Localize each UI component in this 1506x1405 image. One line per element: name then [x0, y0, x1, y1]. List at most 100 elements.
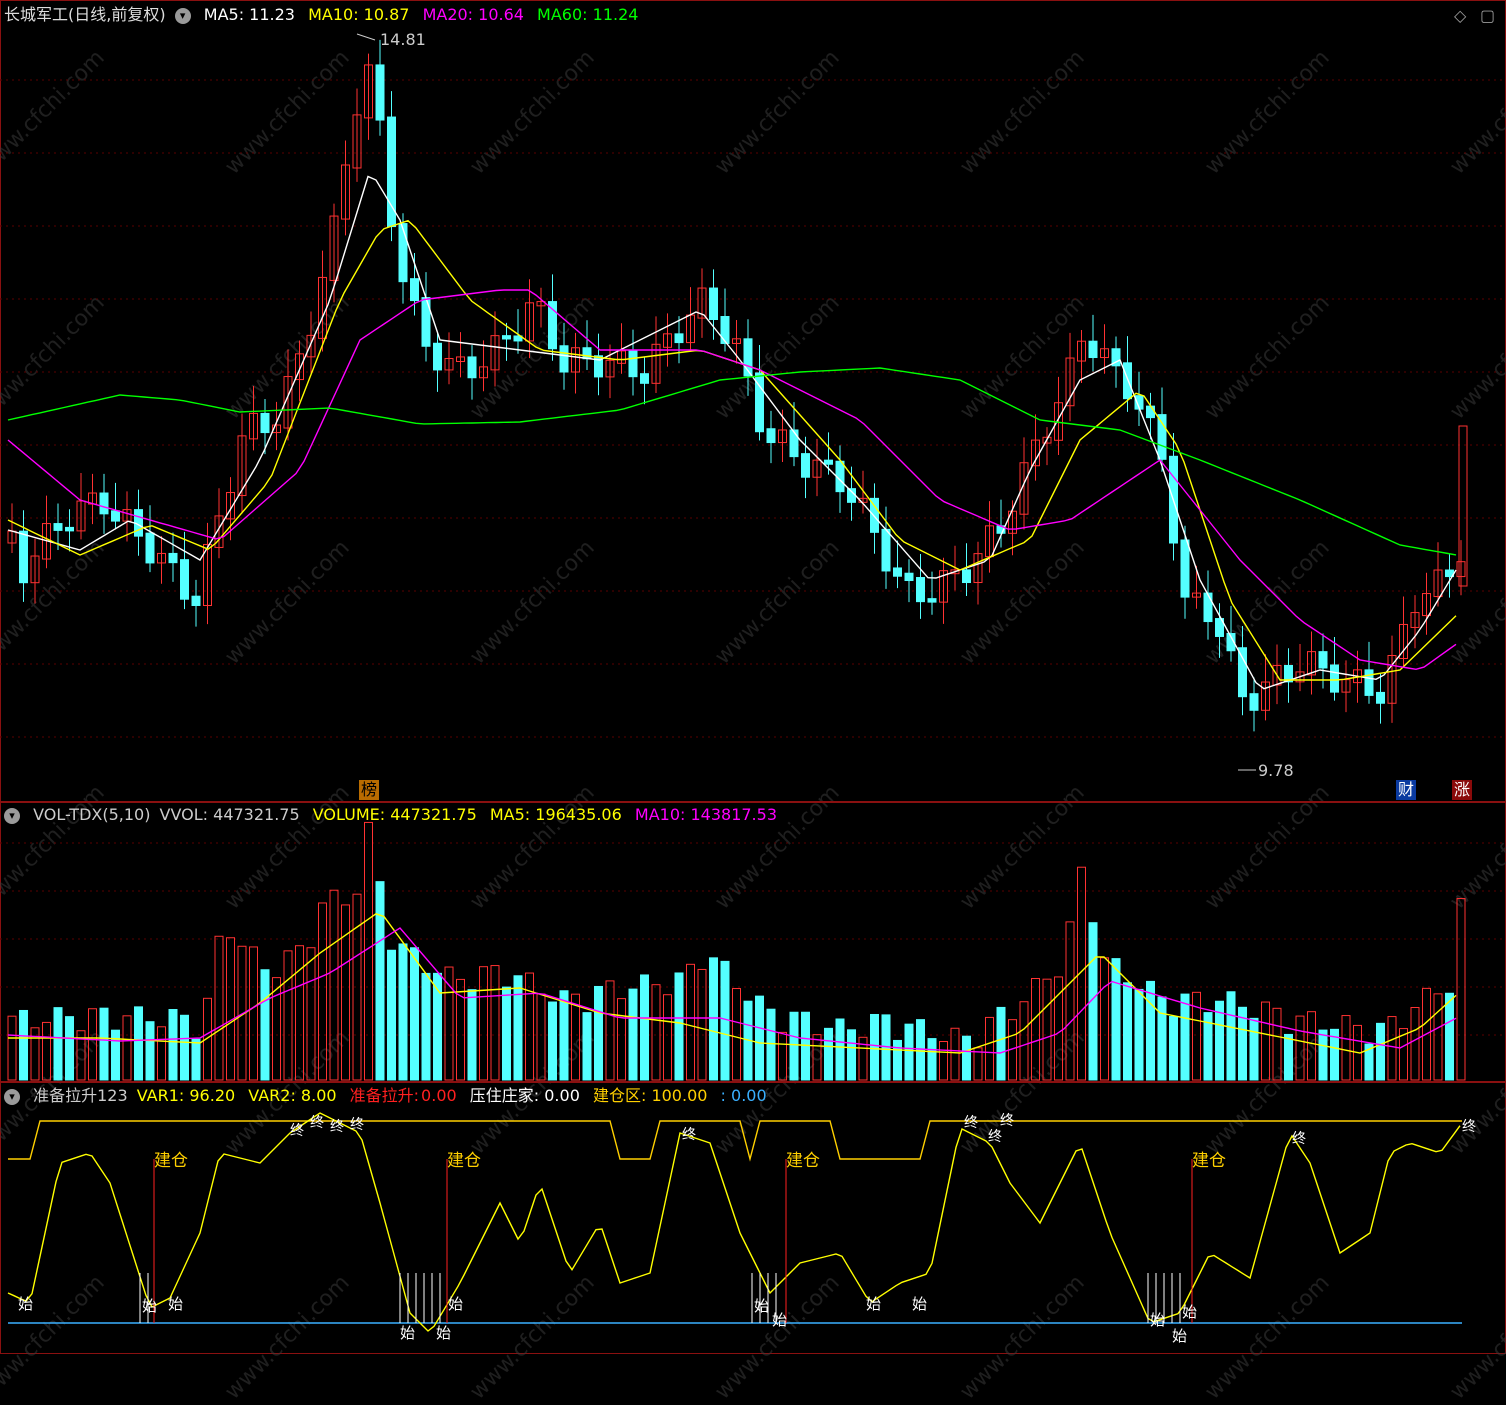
volume-bar: [939, 1041, 948, 1081]
volume-bar: [329, 889, 339, 1081]
candle-body: [1238, 647, 1247, 698]
volume-bar: [134, 1006, 143, 1081]
settings-gear-icon[interactable]: ▾: [174, 7, 191, 24]
volume-bar: [318, 902, 327, 1081]
volume-bar: [755, 995, 764, 1081]
volume-bar: [306, 947, 316, 1081]
extra-label: : 0.00: [720, 1086, 767, 1105]
candlestick-chart[interactable]: [0, 0, 1506, 803]
volume-bar: [847, 1029, 856, 1081]
var2-label: VAR2: 8.00: [248, 1086, 337, 1105]
volume-bar: [272, 977, 281, 1081]
volume-bar: [1123, 982, 1132, 1081]
shi-text: 始: [1182, 1303, 1197, 1321]
ma20-line: [7, 289, 1457, 671]
volume-bar: [950, 1027, 960, 1081]
volume-label: VOLUME: 447321.75: [312, 805, 477, 824]
volume-bar: [548, 1001, 557, 1081]
volume-bar: [375, 881, 385, 1081]
candle-body: [111, 510, 120, 522]
stock-title: 长城军工(日线,前复权): [4, 5, 166, 24]
volume-bar: [893, 1039, 902, 1081]
volume-bar: [1284, 1033, 1293, 1081]
volume-bar: [1157, 996, 1167, 1081]
candle-body: [168, 552, 178, 564]
candle-body: [674, 333, 684, 344]
shi-text: 始: [866, 1295, 881, 1313]
volume-bar: [1146, 980, 1155, 1081]
ma5-label: MA5: 11.23: [203, 5, 295, 24]
shi-text: 始: [400, 1324, 415, 1342]
var1-line: [7, 1112, 1461, 1332]
volume-bar: [410, 947, 419, 1081]
expand-icon[interactable]: ▢: [1480, 6, 1495, 25]
volume-bar: [364, 821, 373, 1081]
volume-bar: [835, 1018, 845, 1081]
volume-bar: [1100, 957, 1109, 1081]
candle-body: [881, 528, 891, 572]
volume-bar: [674, 972, 684, 1081]
candle-body: [1203, 592, 1213, 623]
volume-bar: [226, 937, 235, 1081]
zhong-text: 终: [330, 1119, 344, 1135]
volume-bar: [1433, 993, 1443, 1081]
candle-body: [1180, 539, 1190, 598]
volume-bar: [778, 1031, 787, 1081]
volume-bar: [927, 1038, 937, 1081]
volume-bar: [341, 904, 350, 1081]
volume-bar: [801, 1011, 810, 1081]
volume-chart[interactable]: [0, 803, 1506, 1083]
yzzj-label: 压住庄家: 0.00: [469, 1086, 580, 1105]
volume-bar: [1226, 991, 1236, 1081]
indicator-chart[interactable]: 建仓 建仓 建仓 建仓始始始始 始始 始始始 始始始始终终终终终终终终终终: [0, 1083, 1506, 1354]
volume-bar: [559, 990, 569, 1081]
candle-body: [582, 347, 592, 360]
price-pane[interactable]: 长城军工(日线,前复权) ▾ MA5: 11.23 MA10: 10.87 MA…: [0, 0, 1506, 803]
zhong-text: 终: [1462, 1119, 1476, 1135]
candle-body: [766, 428, 776, 444]
candle-body: [1123, 362, 1132, 400]
volume-pane[interactable]: ▾ VOL-TDX(5,10) VVOL: 447321.75 VOLUME: …: [0, 803, 1506, 1083]
volume-bar: [260, 969, 270, 1081]
shi-text: 始: [772, 1311, 787, 1329]
zhong-text: 终: [964, 1115, 978, 1131]
price-header: 长城军工(日线,前复权) ▾ MA5: 11.23 MA10: 10.87 MA…: [4, 3, 646, 27]
volume-bar: [1111, 958, 1121, 1081]
volume-bar: [1387, 1016, 1397, 1081]
candle-body: [1088, 340, 1098, 359]
volume-bar: [1134, 988, 1144, 1081]
volume-bar: [617, 998, 626, 1081]
volume-bar: [1410, 1007, 1420, 1081]
volume-bar: [1180, 993, 1190, 1081]
jiancang-text: 建仓: [447, 1151, 481, 1171]
volume-bar: [996, 1006, 1006, 1081]
volume-bar: [191, 1038, 201, 1081]
diamond-icon[interactable]: ◇: [1454, 6, 1466, 25]
volume-bar: [99, 1007, 109, 1081]
high-marker-arrow: [356, 33, 376, 41]
volume-bar: [1341, 1015, 1351, 1081]
bang-tag[interactable]: 榜: [359, 780, 380, 800]
candle-body: [260, 412, 270, 434]
volume-bar: [398, 943, 408, 1081]
volume-bar: [1261, 1001, 1270, 1081]
volume-bar: [421, 972, 431, 1081]
ma5-line: [7, 175, 1457, 690]
zhong-text: 终: [1000, 1113, 1014, 1129]
zhang-tag[interactable]: 涨: [1452, 780, 1473, 800]
vol-settings-icon[interactable]: ▾: [4, 807, 20, 824]
volume-bar: [1031, 978, 1040, 1081]
candle-body: [180, 559, 189, 600]
volume-bar: [19, 1009, 28, 1081]
vol-title: VOL-TDX(5,10): [33, 805, 151, 824]
candle-body: [502, 335, 511, 340]
zhong-text: 终: [682, 1127, 696, 1143]
ind-settings-icon[interactable]: ▾: [4, 1088, 20, 1105]
candle-body: [893, 567, 902, 577]
volume-bar: [1318, 1029, 1328, 1081]
volume-bar: [663, 994, 672, 1081]
cai-tag[interactable]: 财: [1396, 780, 1417, 800]
jiancang-text: 建仓: [786, 1151, 820, 1171]
indicator-pane[interactable]: 建仓 建仓 建仓 建仓始始始始始始始始始始始始始终终终终终终终终终终 ▾ 准备拉升12…: [0, 1083, 1506, 1354]
volume-bar: [502, 986, 511, 1081]
